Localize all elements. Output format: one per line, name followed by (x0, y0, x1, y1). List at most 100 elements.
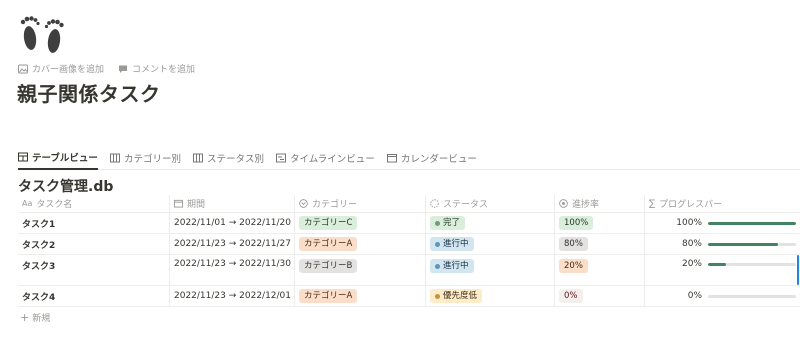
progress-track (708, 294, 796, 298)
status-cell[interactable]: 進行中 (426, 234, 555, 254)
progress-rate-cell[interactable]: 80% (555, 234, 645, 254)
progress-rate-tag: 20% (559, 259, 588, 273)
category-tag: カテゴリーA (299, 289, 358, 303)
progress-rate-cell[interactable]: 0% (555, 286, 645, 306)
new-row-label: 新規 (32, 313, 51, 324)
tab-calendar-view[interactable]: カレンダービュー (386, 148, 477, 170)
period-cell[interactable]: 2022/11/23 → 2022/12/01 (170, 286, 295, 306)
category-label: カテゴリーA (304, 291, 353, 301)
table-icon (18, 152, 28, 162)
status-dot-icon (435, 241, 440, 247)
tab-label: テーブルビュー (32, 153, 98, 164)
progress-percent: 20% (681, 259, 702, 269)
progress-rate-label: 20% (564, 261, 583, 271)
new-row-button[interactable]: + 新規 (18, 307, 800, 327)
table-row[interactable]: タスク2 2022/11/23 → 2022/11/27 カテゴリーA 進行中 80% 8… (18, 234, 800, 255)
task-name-cell[interactable]: タスク4 (18, 286, 170, 306)
progress-rate-cell[interactable]: 100% (555, 213, 645, 233)
category-cell[interactable]: カテゴリーC (295, 213, 426, 233)
footprints-icon[interactable] (18, 8, 68, 56)
calendar-icon (174, 199, 183, 208)
status-label: 完了 (443, 218, 461, 228)
period-value: 2022/11/01 → 2022/11/20 (174, 218, 292, 228)
table-row[interactable]: タスク1 2022/11/01 → 2022/11/20 カテゴリーC 完了 100% 1… (18, 213, 800, 234)
calendar-icon (386, 154, 397, 163)
progress-fill (708, 242, 779, 246)
status-cell[interactable]: 優先度低 (426, 286, 555, 306)
period-value: 2022/11/23 → 2022/11/27 (174, 239, 292, 249)
board-icon (192, 153, 203, 163)
progress-rate-tag: 0% (559, 289, 583, 303)
category-cell[interactable]: カテゴリーA (295, 234, 426, 254)
tab-status-view[interactable]: ステータス別 (192, 148, 264, 170)
table-header: Aa タスク名 期間 カテゴリー ステータス 進捗率 ∑ プログレスバー (18, 195, 800, 213)
status-cell[interactable]: 進行中 (426, 255, 555, 285)
tab-label: カテゴリー別 (123, 154, 181, 165)
tab-category-view[interactable]: カテゴリー別 (109, 148, 181, 170)
task-name-cell[interactable]: タスク3 (18, 255, 170, 285)
select-icon (299, 199, 308, 208)
tab-timeline-view[interactable]: タイムラインビュー (275, 148, 375, 170)
status-tag: 優先度低 (430, 289, 483, 303)
progress-rate-cell[interactable]: 20% (555, 255, 645, 285)
text-aa-icon: Aa (22, 199, 33, 208)
category-label: カテゴリーC (304, 218, 353, 228)
database-title[interactable]: タスク管理.db (18, 176, 113, 196)
page-title[interactable]: 親子関係タスク (17, 78, 161, 107)
category-tag: カテゴリーB (299, 259, 358, 273)
progress-track (708, 242, 796, 246)
status-label: 進行中 (443, 261, 469, 271)
task-name-cell[interactable]: タスク1 (18, 213, 170, 233)
status-tag: 進行中 (430, 237, 474, 251)
board-icon (109, 153, 120, 163)
progress-bar: 100% (649, 218, 800, 228)
column-header-category[interactable]: カテゴリー (295, 195, 426, 212)
progress-bar-cell[interactable]: 80% (645, 234, 800, 254)
column-header-task-name[interactable]: Aa タスク名 (18, 195, 170, 212)
tab-table-view[interactable]: テーブルビュー (18, 148, 98, 170)
add-cover-label: カバー画像を追加 (32, 65, 105, 75)
add-comment-button[interactable]: コメントを追加 (118, 62, 195, 75)
category-label: カテゴリーA (304, 239, 353, 249)
column-label: 期間 (187, 200, 206, 210)
period-cell[interactable]: 2022/11/23 → 2022/11/30 (170, 255, 295, 285)
table-row[interactable]: タスク4 2022/11/23 → 2022/12/01 カテゴリーA 優先度低 0% 0… (18, 286, 800, 307)
progress-bar-cell[interactable]: 100% (645, 213, 800, 233)
timeline-icon (275, 153, 286, 163)
progress-rate-label: 80% (564, 239, 583, 249)
column-header-progress-rate[interactable]: 進捗率 (555, 195, 645, 212)
progress-percent: 80% (681, 239, 702, 249)
database-table: Aa タスク名 期間 カテゴリー ステータス 進捗率 ∑ プログレスバー タスク… (18, 195, 800, 327)
task-name: タスク2 (22, 240, 56, 251)
status-dot-icon (435, 263, 440, 269)
category-tag: カテゴリーC (299, 216, 358, 230)
category-label: カテゴリーB (304, 261, 353, 271)
progress-fill (708, 262, 726, 266)
category-cell[interactable]: カテゴリーB (295, 255, 426, 285)
progress-rate-tag: 80% (559, 237, 588, 251)
column-header-progress-bar[interactable]: ∑ プログレスバー (645, 195, 800, 212)
table-row[interactable]: タスク3 2022/11/23 → 2022/11/30 カテゴリーB 進行中 20% 2… (18, 255, 800, 286)
row-resize-handle[interactable] (797, 255, 799, 285)
category-cell[interactable]: カテゴリーA (295, 286, 426, 306)
task-name: タスク4 (22, 292, 56, 303)
column-label: タスク名 (36, 200, 73, 210)
add-cover-button[interactable]: カバー画像を追加 (18, 62, 104, 75)
plus-icon: + (20, 310, 30, 324)
comment-icon (119, 65, 128, 73)
progress-bar-cell[interactable]: 0% (645, 286, 800, 306)
status-cell[interactable]: 完了 (426, 213, 555, 233)
category-tag: カテゴリーA (299, 237, 358, 251)
period-value: 2022/11/23 → 2022/12/01 (174, 291, 292, 301)
column-label: カテゴリー (312, 200, 358, 210)
task-name: タスク1 (22, 219, 56, 230)
progress-bar-cell[interactable]: 20% (645, 255, 800, 285)
progress-track (708, 262, 796, 266)
period-cell[interactable]: 2022/11/01 → 2022/11/20 (170, 213, 295, 233)
period-cell[interactable]: 2022/11/23 → 2022/11/27 (170, 234, 295, 254)
column-header-status[interactable]: ステータス (426, 195, 555, 212)
task-name-cell[interactable]: タスク2 (18, 234, 170, 254)
period-value: 2022/11/23 → 2022/11/30 (174, 259, 292, 269)
page-actions: カバー画像を追加 コメントを追加 (18, 62, 195, 75)
column-header-period[interactable]: 期間 (170, 195, 295, 212)
